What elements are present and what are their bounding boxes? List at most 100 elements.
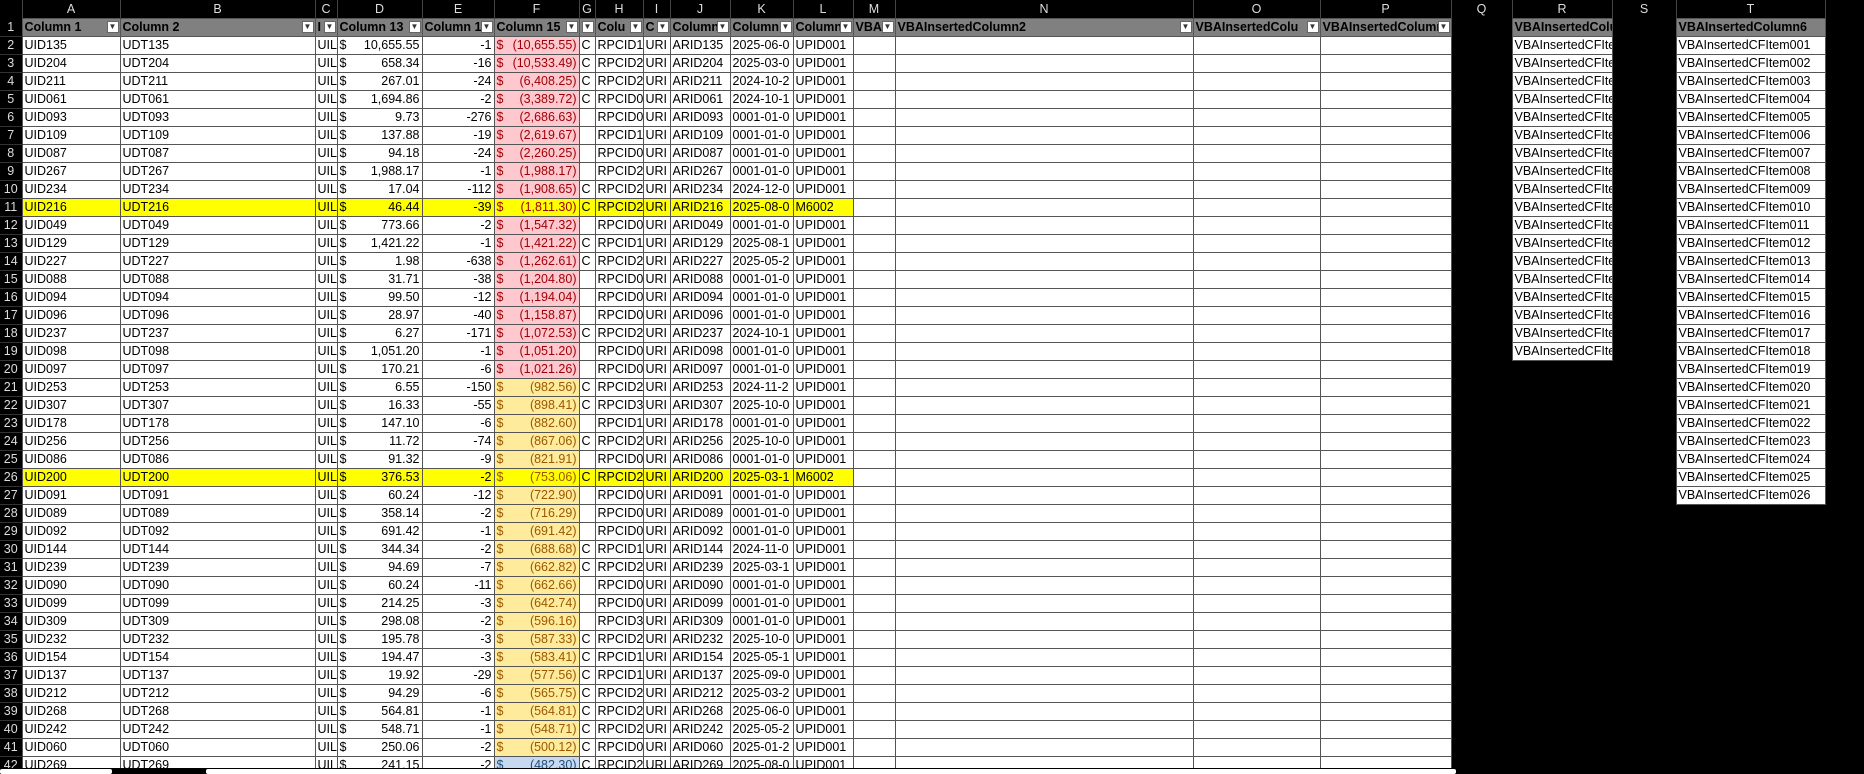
cell-c[interactable]: UIL — [314, 666, 338, 685]
cell-p[interactable] — [1319, 324, 1452, 343]
cell-i[interactable]: URI — [642, 108, 671, 127]
cell-l[interactable]: UPID001 — [792, 54, 854, 73]
cell-b[interactable]: UDT091 — [119, 486, 316, 505]
empty-cell[interactable] — [1451, 198, 1512, 217]
row-header-15[interactable]: 15 — [0, 270, 22, 289]
empty-cell[interactable] — [1612, 396, 1676, 415]
cell-d[interactable]: $94.18 — [336, 144, 423, 163]
cell-c[interactable]: UIL — [314, 162, 338, 181]
empty-cell[interactable] — [1512, 414, 1612, 433]
cell-i[interactable]: URI — [642, 180, 671, 199]
filter-dropdown-icon[interactable]: ▼ — [323, 21, 336, 33]
cell-b[interactable]: UDT109 — [119, 126, 316, 145]
cell-d[interactable]: $31.71 — [336, 270, 423, 289]
empty-cell[interactable] — [1612, 522, 1676, 541]
empty-cell[interactable] — [1612, 342, 1676, 361]
cell-g[interactable]: C — [578, 648, 596, 667]
cell-n[interactable] — [894, 540, 1194, 559]
cell-i[interactable]: URI — [642, 198, 671, 217]
cell-k[interactable]: 2025-03-1 — [729, 468, 794, 487]
cell-f[interactable]: $ (577.56) — [493, 666, 580, 685]
filter-dropdown-icon[interactable]: ▼ — [301, 21, 314, 33]
cell-d[interactable]: $691.42 — [336, 522, 423, 541]
cell-n[interactable] — [894, 504, 1194, 523]
cell-i[interactable]: URI — [642, 558, 671, 577]
cell-g[interactable]: C — [578, 630, 596, 649]
cell-a[interactable]: UID212 — [21, 684, 121, 703]
cell-b[interactable]: UDT094 — [119, 288, 316, 307]
cell-p[interactable] — [1319, 252, 1452, 271]
cell-f[interactable]: $ (1,908.65) — [493, 180, 580, 199]
cell-m[interactable] — [852, 414, 896, 433]
cell-k[interactable]: 0001-01-0 — [729, 108, 794, 127]
empty-cell[interactable] — [1451, 486, 1512, 505]
row-header-33[interactable]: 33 — [0, 594, 22, 613]
cell-h[interactable]: RPCID0 — [594, 306, 644, 325]
table-header-l[interactable]: Column ▼ — [792, 18, 854, 37]
cell-p[interactable] — [1319, 594, 1452, 613]
row-header-26[interactable]: 26 — [0, 468, 22, 487]
empty-cell[interactable] — [1512, 432, 1612, 451]
cell-f[interactable]: $ (688.68) — [493, 540, 580, 559]
cell-l[interactable]: UPID001 — [792, 450, 854, 469]
empty-cell[interactable] — [1612, 612, 1676, 631]
empty-cell[interactable] — [1612, 360, 1676, 379]
cell-p[interactable] — [1319, 180, 1452, 199]
empty-cell[interactable] — [1612, 720, 1676, 739]
cell-f[interactable]: $ (1,988.17) — [493, 162, 580, 181]
cell-k[interactable]: 2025-05-1 — [729, 648, 794, 667]
cell-h[interactable]: RPCID0 — [594, 738, 644, 757]
cell-p[interactable] — [1319, 702, 1452, 721]
filter-dropdown-icon[interactable]: ▼ — [1179, 21, 1192, 33]
cell-k[interactable]: 0001-01-0 — [729, 288, 794, 307]
cell-d[interactable]: $344.34 — [336, 540, 423, 559]
cell-l[interactable]: UPID001 — [792, 306, 854, 325]
row-header-27[interactable]: 27 — [0, 486, 22, 505]
cell-d[interactable]: $91.32 — [336, 450, 423, 469]
empty-cell[interactable] — [1612, 108, 1676, 127]
empty-cell[interactable] — [1612, 54, 1676, 73]
empty-cell[interactable] — [1612, 180, 1676, 199]
table-header-e[interactable]: Column 1 ▼ — [421, 18, 495, 37]
empty-cell[interactable] — [1512, 558, 1612, 577]
cell-g[interactable]: C — [578, 720, 596, 739]
empty-cell[interactable] — [1612, 468, 1676, 487]
cell-b[interactable]: UDT239 — [119, 558, 316, 577]
cell-k[interactable]: 2025-08-0 — [729, 198, 794, 217]
list-item[interactable]: VBAInsertedCFItem021 — [1675, 396, 1826, 415]
cell-k[interactable]: 0001-01-0 — [729, 126, 794, 145]
cell-c[interactable]: UIL — [314, 90, 338, 109]
cell-f[interactable]: $ (1,547.32) — [493, 216, 580, 235]
cell-j[interactable]: ARID137 — [669, 666, 731, 685]
cell-l[interactable]: UPID001 — [792, 324, 854, 343]
cell-o[interactable] — [1192, 198, 1321, 217]
cell-d[interactable]: $376.53 — [336, 468, 423, 487]
cell-n[interactable] — [894, 270, 1194, 289]
cell-e[interactable]: -7 — [421, 558, 495, 577]
cell-f[interactable]: $ (722.90) — [493, 486, 580, 505]
cell-c[interactable]: UIL — [314, 396, 338, 415]
cell-c[interactable]: UIL — [314, 342, 338, 361]
empty-cell[interactable] — [1612, 306, 1676, 325]
cell-k[interactable]: 0001-01-0 — [729, 450, 794, 469]
cell-o[interactable] — [1192, 360, 1321, 379]
cell-g[interactable]: C — [578, 558, 596, 577]
empty-cell[interactable] — [1612, 36, 1676, 55]
list-item[interactable]: VBAInsertedCFItem012 — [1675, 234, 1826, 253]
empty-cell[interactable] — [1676, 684, 1825, 703]
cell-b[interactable]: UDT129 — [119, 234, 316, 253]
cell-a[interactable]: UID234 — [21, 180, 121, 199]
cell-p[interactable] — [1319, 450, 1452, 469]
cell-f[interactable]: $ (662.82) — [493, 558, 580, 577]
cell-o[interactable] — [1192, 414, 1321, 433]
cell-n[interactable] — [894, 378, 1194, 397]
cell-n[interactable] — [894, 126, 1194, 145]
cell-g[interactable]: C — [578, 90, 596, 109]
cell-o[interactable] — [1192, 216, 1321, 235]
cell-h[interactable]: RPCID2 — [594, 558, 644, 577]
cell-b[interactable]: UDT256 — [119, 432, 316, 451]
empty-cell[interactable] — [1451, 648, 1512, 667]
cell-l[interactable]: M6002 — [792, 198, 854, 217]
empty-cell[interactable] — [1512, 648, 1612, 667]
row-header-1[interactable]: 1 — [0, 18, 22, 37]
